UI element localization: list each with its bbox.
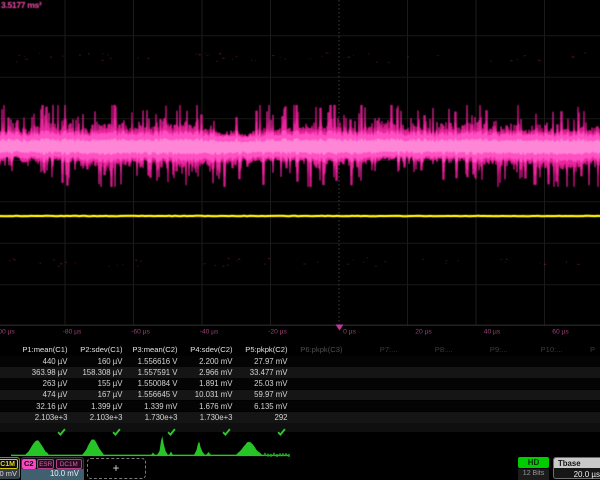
svg-text:-40 µs: -40 µs [200, 329, 219, 336]
svg-text:40 µs: 40 µs [484, 329, 501, 336]
svg-text:-60 µs: -60 µs [131, 329, 150, 336]
svg-text:0 µs: 0 µs [343, 329, 356, 336]
svg-text:60 µs: 60 µs [552, 329, 569, 336]
svg-text:-100 µs: -100 µs [0, 329, 15, 336]
svg-text:-20 µs: -20 µs [268, 329, 287, 336]
svg-text:20 µs: 20 µs [415, 329, 432, 336]
svg-text:-80 µs: -80 µs [63, 329, 82, 336]
